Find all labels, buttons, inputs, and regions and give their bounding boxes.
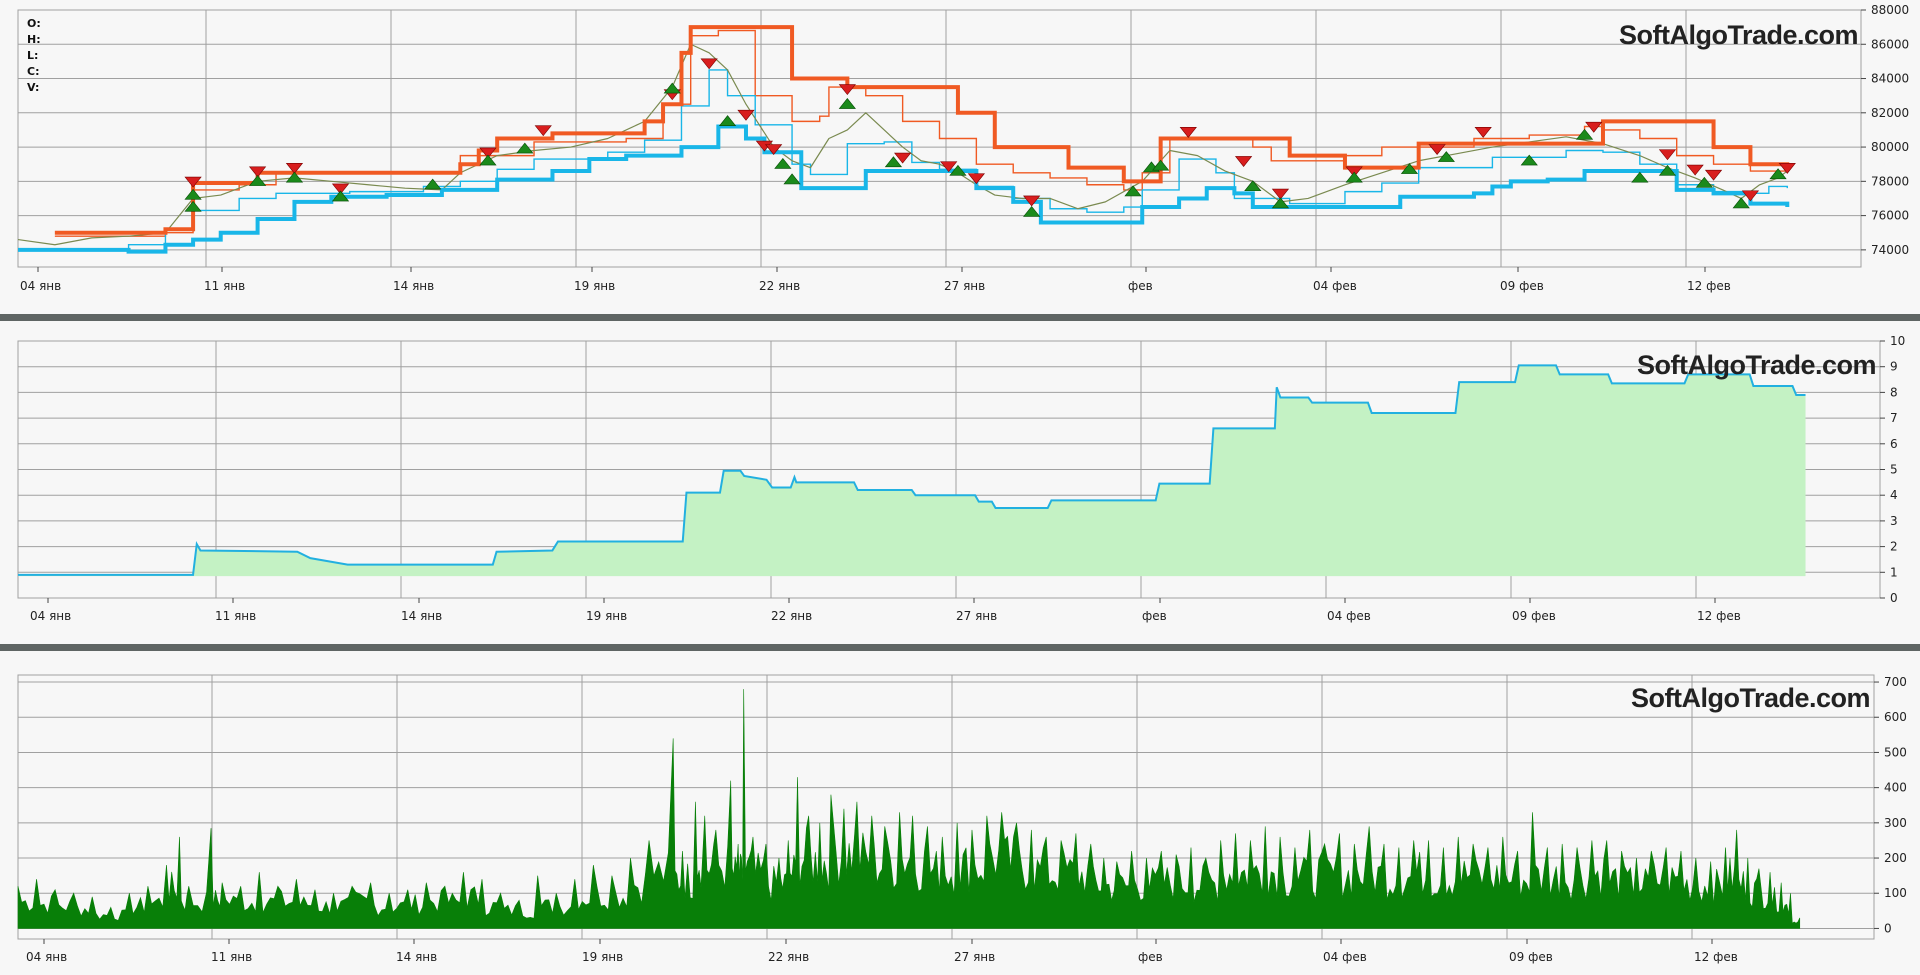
brand-logo: SoftAlgoTrade.com (1619, 20, 1858, 50)
y-tick-label: 5 (1890, 463, 1898, 477)
y-tick-label: 88000 (1871, 3, 1909, 17)
x-tick-label: 09 фев (1500, 279, 1544, 293)
x-tick-label: 12 фев (1697, 609, 1741, 623)
ohlc-close-label: C: (27, 65, 39, 78)
x-tick-label: 04 янв (26, 950, 67, 964)
y-tick-label: 10 (1890, 334, 1905, 348)
x-tick-label: фев (1138, 950, 1163, 964)
y-tick-label: 400 (1884, 781, 1907, 795)
x-tick-label: 09 фев (1512, 609, 1556, 623)
y-tick-label: 600 (1884, 710, 1907, 724)
y-tick-label: 500 (1884, 745, 1907, 759)
y-tick-label: 0 (1890, 591, 1898, 605)
y-tick-label: 300 (1884, 816, 1907, 830)
x-tick-label: фев (1128, 279, 1153, 293)
x-tick-label: 14 янв (396, 950, 437, 964)
x-tick-label: 22 янв (768, 950, 809, 964)
pane-separator[interactable] (0, 314, 1920, 321)
y-tick-label: 1 (1890, 565, 1898, 579)
ohlc-open-label: O: (27, 17, 41, 30)
y-tick-label: 200 (1884, 851, 1907, 865)
y-tick-label: 7 (1890, 411, 1898, 425)
y-tick-label: 2 (1890, 540, 1898, 554)
y-tick-label: 3 (1890, 514, 1898, 528)
y-tick-label: 9 (1890, 360, 1898, 374)
x-tick-label: 19 янв (582, 950, 623, 964)
x-tick-label: 27 янв (954, 950, 995, 964)
x-tick-label: 04 янв (30, 609, 71, 623)
x-tick-label: 27 янв (944, 279, 985, 293)
x-tick-label: 19 янв (586, 609, 627, 623)
brand-logo: SoftAlgoTrade.com (1631, 683, 1870, 713)
y-tick-label: 82000 (1871, 106, 1909, 120)
x-tick-label: 27 янв (956, 609, 997, 623)
x-tick-label: 22 янв (771, 609, 812, 623)
x-tick-label: 04 фев (1327, 609, 1371, 623)
y-tick-label: 8 (1890, 385, 1898, 399)
y-tick-label: 76000 (1871, 209, 1909, 223)
x-tick-label: 19 янв (574, 279, 615, 293)
y-tick-label: 78000 (1871, 174, 1909, 188)
x-tick-label: 12 фев (1694, 950, 1738, 964)
y-tick-label: 100 (1884, 886, 1907, 900)
x-tick-label: 11 янв (211, 950, 252, 964)
ohlc-volume-label: V: (27, 81, 39, 94)
x-tick-label: 14 янв (401, 609, 442, 623)
x-tick-label: 14 янв (393, 279, 434, 293)
y-tick-label: 700 (1884, 675, 1907, 689)
x-tick-label: 09 фев (1509, 950, 1553, 964)
ohlc-high-label: H: (27, 33, 41, 46)
x-tick-label: фев (1142, 609, 1167, 623)
y-tick-label: 80000 (1871, 140, 1909, 154)
x-tick-label: 22 янв (759, 279, 800, 293)
chart-area: 7400076000780008000082000840008600088000… (0, 0, 1920, 975)
brand-logo: SoftAlgoTrade.com (1637, 350, 1876, 380)
x-tick-label: 04 фев (1313, 279, 1357, 293)
y-tick-label: 4 (1890, 488, 1898, 502)
x-tick-label: 04 фев (1323, 950, 1367, 964)
x-tick-label: 04 янв (20, 279, 61, 293)
y-tick-label: 6 (1890, 437, 1898, 451)
x-tick-label: 12 фев (1687, 279, 1731, 293)
x-tick-label: 11 янв (204, 279, 245, 293)
pane-separator[interactable] (0, 644, 1920, 651)
ohlc-low-label: L: (27, 49, 38, 62)
y-tick-label: 0 (1884, 921, 1892, 935)
y-tick-label: 84000 (1871, 72, 1909, 86)
y-tick-label: 86000 (1871, 37, 1909, 51)
x-tick-label: 11 янв (215, 609, 256, 623)
y-tick-label: 74000 (1871, 243, 1909, 257)
